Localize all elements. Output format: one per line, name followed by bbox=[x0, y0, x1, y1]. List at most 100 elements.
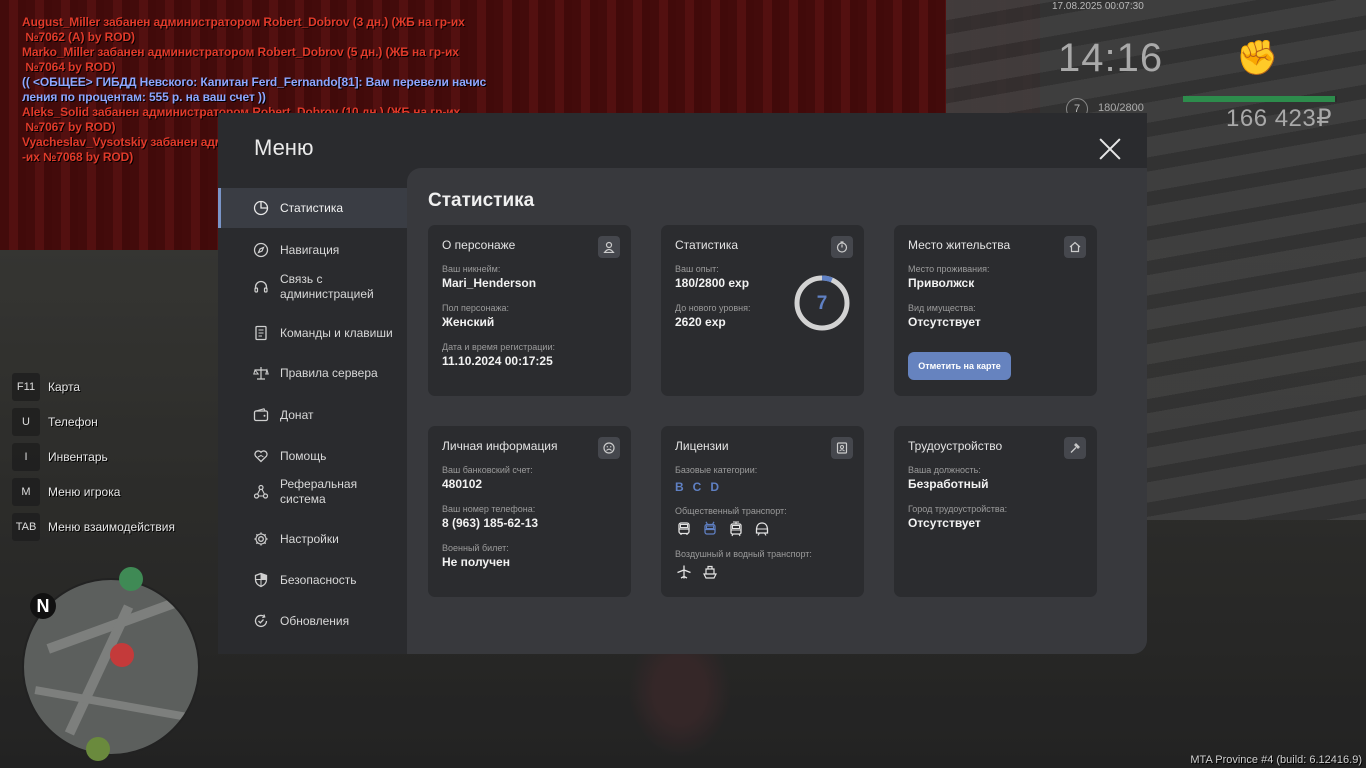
job-city-value: Отсутствует bbox=[908, 516, 981, 530]
job-position-value: Безработный bbox=[908, 477, 989, 491]
place-value: Приволжск bbox=[908, 276, 975, 290]
document-icon bbox=[252, 324, 270, 342]
property-label: Вид имущества: bbox=[908, 303, 976, 313]
air-water-label: Воздушный и водный транспорт: bbox=[675, 549, 812, 559]
person-icon[interactable] bbox=[598, 236, 620, 258]
network-icon bbox=[252, 483, 270, 501]
pie-chart-icon bbox=[252, 199, 270, 217]
phone-label: Ваш номер телефона: bbox=[442, 504, 536, 514]
hotkey-f11: F11 Карта bbox=[12, 369, 175, 404]
nickname-value: Mari_Henderson bbox=[442, 276, 537, 290]
sidebar-item-compass[interactable]: Навигация bbox=[218, 230, 432, 270]
hud-money: 166 423₽ bbox=[1226, 105, 1333, 132]
scales-icon bbox=[252, 364, 270, 382]
public-transport-icons bbox=[675, 520, 779, 537]
place-label: Место проживания: bbox=[908, 264, 990, 274]
sidebar-item-network[interactable]: Реферальная система bbox=[218, 472, 432, 512]
base-categories-label: Базовые категории: bbox=[675, 465, 758, 475]
face-icon[interactable] bbox=[598, 437, 620, 459]
military-label: Военный билет: bbox=[442, 543, 509, 553]
health-bar bbox=[1183, 96, 1337, 102]
bank-field: Ваш банковский счет: 480102 bbox=[442, 465, 533, 491]
nickname-label: Ваш никнейм: bbox=[442, 264, 501, 274]
close-icon[interactable] bbox=[1098, 137, 1122, 161]
stats-content: Статистика О персонаже Ваш никнейм: Mari… bbox=[407, 168, 1147, 654]
refresh-check-icon bbox=[252, 612, 270, 630]
license-category: C bbox=[692, 480, 702, 494]
bus-icon bbox=[675, 520, 692, 537]
hotkey-key: F11 bbox=[12, 372, 40, 401]
sidebar-item-pie-chart[interactable]: Статистика bbox=[218, 188, 432, 228]
sidebar-item-refresh-check[interactable]: Обновления bbox=[218, 601, 432, 641]
card-title: Личная информация bbox=[442, 439, 558, 453]
house-icon[interactable] bbox=[1064, 236, 1086, 258]
chat-line: №7064 by ROD) bbox=[22, 60, 116, 74]
job-city-field: Город трудоустройства: Отсутствует bbox=[908, 504, 1007, 530]
hud-date: 17.08.2025 00:07:30 bbox=[1052, 1, 1144, 12]
residence-card: Место жительства Место проживания: Приво… bbox=[894, 225, 1097, 396]
hotkey-key: TAB bbox=[12, 512, 40, 541]
level-number: 7 bbox=[817, 293, 828, 314]
bank-value: 480102 bbox=[442, 477, 483, 491]
hud-clock: 14:16 bbox=[1058, 36, 1164, 80]
sidebar-item-shield[interactable]: Безопасность bbox=[218, 560, 432, 600]
character-card: О персонаже Ваш никнейм: Mari_Henderson … bbox=[428, 225, 631, 396]
sidebar-item-label: Обновления bbox=[280, 613, 350, 628]
chat-line: №7062 (A) by ROD) bbox=[22, 30, 135, 44]
headset-icon bbox=[252, 278, 270, 296]
mark-on-map-button[interactable]: Отметить на карте bbox=[908, 352, 1011, 380]
hotkey-m: M Меню игрока bbox=[12, 474, 175, 509]
trolleybus-icon bbox=[701, 520, 718, 537]
hotkey-key: I bbox=[12, 442, 40, 471]
gender-value: Женский bbox=[442, 315, 495, 329]
tram-icon bbox=[727, 520, 744, 537]
gear-icon bbox=[252, 530, 270, 548]
hotkey-list: F11 Карта U Телефон I Инвентарь M Меню игрока TA… bbox=[12, 369, 175, 544]
shield-icon bbox=[252, 571, 270, 589]
base-categories-field: Базовые категории: bbox=[675, 465, 757, 475]
content-title: Статистика bbox=[428, 190, 535, 211]
hotkey-tab: TAB Меню взаимодействия bbox=[12, 509, 175, 544]
next-level-value: 2620 exp bbox=[675, 315, 726, 329]
personal-info-card: Личная информация Ваш банковский счет: 4… bbox=[428, 426, 631, 597]
air-water-field: Воздушный и водный транспорт: bbox=[675, 549, 812, 559]
stopwatch-icon[interactable] bbox=[831, 236, 853, 258]
air-water-icons bbox=[675, 563, 727, 580]
sidebar-item-heart-hand[interactable]: Помощь bbox=[218, 436, 432, 476]
job-position-label: Ваша должность: bbox=[908, 465, 981, 475]
exp-label: Ваш опыт: bbox=[675, 264, 719, 274]
chat-line: ления по процентам: 555 р. на ваш счет )… bbox=[22, 90, 266, 104]
north-icon: N bbox=[30, 593, 56, 619]
id-card-icon[interactable] bbox=[831, 437, 853, 459]
employment-card: Трудоустройство Ваша должность: Безработ… bbox=[894, 426, 1097, 597]
chat-line: August_Miller забанен администратором Ro… bbox=[22, 15, 465, 29]
car-blip-icon bbox=[119, 567, 143, 591]
sidebar-item-document[interactable]: Команды и клавиши bbox=[218, 313, 432, 353]
sidebar-item-scales[interactable]: Правила сервера bbox=[218, 353, 432, 393]
compass-icon bbox=[252, 241, 270, 259]
hotkey-label: Меню игрока bbox=[48, 484, 121, 499]
sidebar-item-label: Помощь bbox=[280, 448, 327, 463]
chat-line: Marko_Miller забанен администратором Rob… bbox=[22, 45, 459, 59]
bus-blip-icon bbox=[86, 737, 110, 761]
sidebar-item-headset[interactable]: Связь с администрацией bbox=[218, 267, 432, 307]
gender-field: Пол персонажа: Женский bbox=[442, 303, 509, 329]
hospital-blip-icon bbox=[110, 643, 134, 667]
hotkey-key: M bbox=[12, 477, 40, 506]
hammer-icon[interactable] bbox=[1064, 437, 1086, 459]
sidebar-item-label: Донат bbox=[280, 407, 314, 422]
registration-field: Дата и время регистрации: 11.10.2024 00:… bbox=[442, 342, 555, 368]
military-value: Не получен bbox=[442, 555, 510, 569]
exp-value: 180/2800 exp bbox=[675, 276, 750, 290]
sidebar-item-wallet[interactable]: Донат bbox=[218, 395, 432, 435]
phone-field: Ваш номер телефона: 8 (963) 185-62-13 bbox=[442, 504, 538, 530]
sidebar-item-label: Реферальная система bbox=[280, 477, 358, 506]
chat-line: (( <ОБЩЕЕ> ГИБДД Невского: Капитан Ferd_… bbox=[22, 75, 487, 89]
registration-label: Дата и время регистрации: bbox=[442, 342, 555, 352]
hotkey-label: Инвентарь bbox=[48, 449, 108, 464]
sidebar-item-gear[interactable]: Настройки bbox=[218, 519, 432, 559]
sidebar-item-label: Безопасность bbox=[280, 572, 357, 587]
build-info: MTA Province #4 (build: 6.12416.9) bbox=[1190, 754, 1362, 766]
card-title: Лицензии bbox=[675, 439, 729, 453]
wallet-icon bbox=[252, 406, 270, 424]
